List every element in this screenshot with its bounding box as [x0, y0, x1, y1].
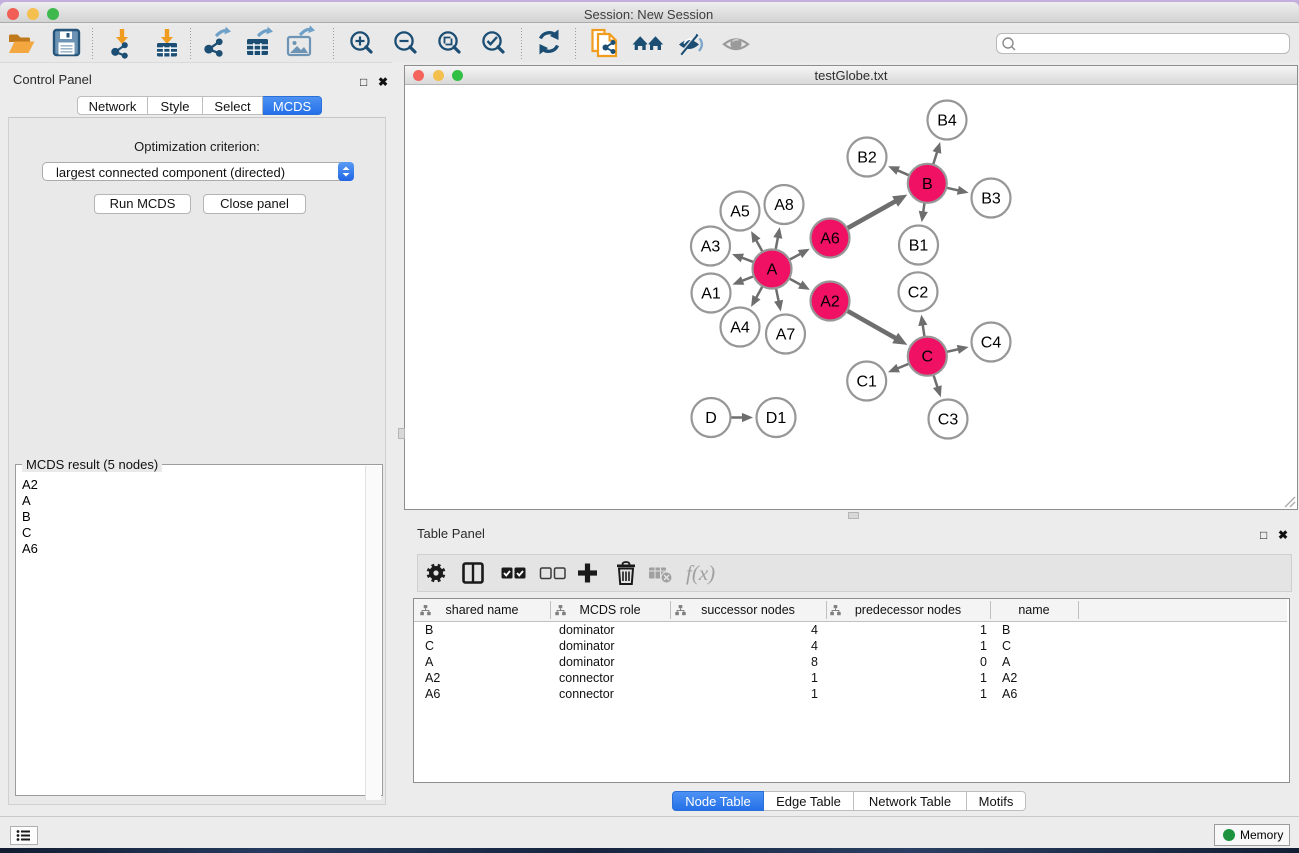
- svg-text:B1: B1: [909, 238, 929, 255]
- svg-text:B2: B2: [857, 150, 877, 167]
- svg-text:C1: C1: [856, 374, 877, 391]
- svg-text:f(x): f(x): [686, 561, 715, 585]
- svg-text:A1: A1: [701, 286, 721, 303]
- svg-text:A: A: [767, 262, 778, 279]
- svg-text:D: D: [705, 410, 717, 427]
- svg-text:B4: B4: [937, 113, 957, 130]
- svg-text:D1: D1: [766, 410, 787, 427]
- svg-text:A6: A6: [820, 231, 840, 248]
- svg-text:A7: A7: [776, 327, 796, 344]
- svg-text:A5: A5: [730, 204, 750, 221]
- svg-text:C4: C4: [981, 335, 1002, 352]
- svg-text:C: C: [922, 349, 934, 366]
- svg-text:B3: B3: [981, 191, 1001, 208]
- svg-text:C2: C2: [908, 284, 929, 301]
- svg-text:A8: A8: [774, 197, 794, 214]
- svg-text:A4: A4: [730, 320, 750, 337]
- svg-text:C3: C3: [938, 412, 959, 429]
- svg-text:A3: A3: [701, 239, 721, 256]
- svg-text:A2: A2: [820, 294, 840, 311]
- svg-text:B: B: [922, 176, 933, 193]
